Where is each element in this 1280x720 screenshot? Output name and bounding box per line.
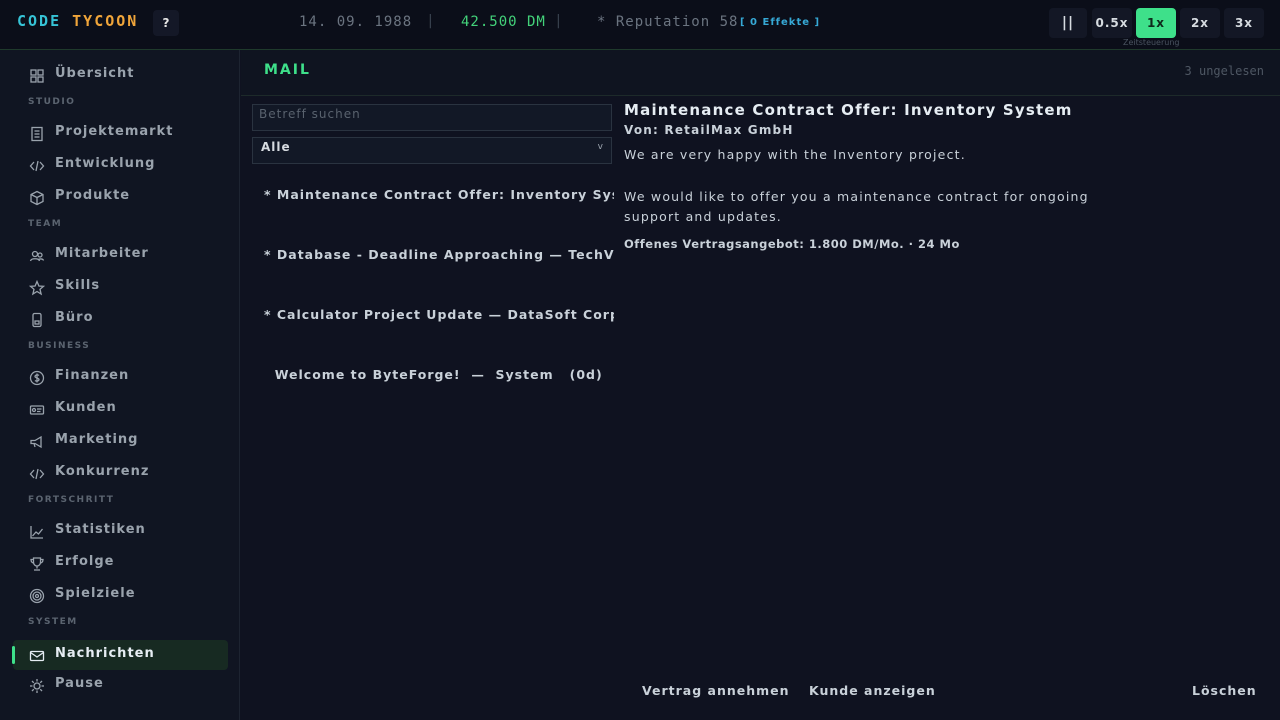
people-icon (29, 250, 45, 262)
sidebar-item-label: Büro (55, 310, 94, 325)
unread-count: 3 ungelesen (1184, 64, 1264, 78)
sidebar-item-label: Spielziele (55, 586, 136, 601)
chevron-down-icon: v (597, 142, 603, 152)
help-button[interactable]: ? (153, 10, 179, 36)
sidebar-item-statistiken[interactable]: Statistiken (13, 516, 228, 546)
sidebar-item-projektemarkt[interactable]: Projektemarkt (13, 118, 228, 148)
sidebar-item-label: Skills (55, 278, 101, 293)
sidebar-item-label: Konkurrenz (55, 464, 150, 479)
id-card-icon (29, 405, 45, 415)
mail-body: We are very happy with the Inventory pro… (624, 145, 1104, 227)
sidebar-item-label: Übersicht (55, 66, 135, 81)
sidebar-item-nachrichten[interactable]: Nachrichten (12, 640, 228, 670)
mail-body-paragraph: We are very happy with the Inventory pro… (624, 147, 966, 162)
sidebar-item-erfolge[interactable]: Erfolge (13, 548, 228, 578)
sidebar-item-pause[interactable]: Pause (13, 670, 228, 700)
reputation-display: * Reputation 58 (597, 14, 739, 30)
top-bar: CODE TYCOON ? 14. 09. 1988 | 42.500 DM |… (0, 0, 1280, 50)
sidebar-item-label: Finanzen (55, 368, 130, 383)
mail-list-item[interactable]: * Maintenance Contract Offer: Inventory … (264, 187, 614, 211)
sidebar-item-konkurrenz[interactable]: Konkurrenz (13, 458, 228, 488)
chart-icon (30, 526, 44, 539)
section-system: SYSTEM (28, 617, 78, 627)
money-display: 42.500 DM (461, 14, 546, 30)
gear-icon (30, 679, 44, 693)
sidebar-item-spielziele[interactable]: Spielziele (13, 580, 228, 610)
sidebar-item-label: Produkte (55, 188, 131, 203)
mail-subject: Maintenance Contract Offer: Inventory Sy… (624, 101, 1073, 119)
sidebar-item-label: Entwicklung (55, 156, 156, 171)
sidebar-item-label: Marketing (55, 432, 139, 447)
speed-1x-button[interactable]: 1x (1136, 8, 1176, 38)
main-header: MAIL 3 ungelesen (241, 50, 1280, 96)
pause-button[interactable]: || (1049, 8, 1087, 38)
sidebar-item-produkte[interactable]: Produkte (13, 182, 228, 212)
separator: | (556, 13, 561, 29)
mail-body-paragraph: We would like to offer you a maintenance… (624, 189, 1089, 224)
trophy-icon (30, 557, 44, 571)
effects-link[interactable]: [ 0 Effekte ] (740, 17, 820, 28)
target-icon (29, 588, 45, 604)
sidebar-item-marketing[interactable]: Marketing (13, 426, 228, 456)
sidebar-item-label: Projektemarkt (55, 124, 174, 139)
sidebar: Übersicht STUDIO Projektemarkt Entwicklu… (0, 50, 240, 720)
section-team: TEAM (28, 219, 63, 229)
accept-contract-button[interactable]: Vertrag annehmen (642, 683, 790, 698)
document-icon (31, 126, 43, 142)
speed-2x-button[interactable]: 2x (1180, 8, 1220, 38)
sidebar-item-label: Statistiken (55, 522, 146, 537)
star-icon (29, 280, 45, 296)
separator: | (428, 13, 433, 29)
coin-icon (29, 370, 45, 386)
page-title: MAIL (264, 62, 311, 78)
sidebar-item-label: Kunden (55, 400, 117, 415)
mail-sender: Von: RetailMax GmbH (624, 123, 794, 137)
speed-3x-button[interactable]: 3x (1224, 8, 1264, 38)
mail-list-item[interactable]: Welcome to ByteForge! — System (0d) (264, 367, 614, 391)
sidebar-item-finanzen[interactable]: Finanzen (13, 362, 228, 392)
sidebar-item-label: Pause (55, 676, 104, 691)
sidebar-item-label: Erfolge (55, 554, 115, 569)
contract-offer: Offenes Vertragsangebot: 1.800 DM/Mo. · … (624, 237, 960, 251)
sidebar-item-label: Mitarbeiter (55, 246, 149, 261)
game-date: 14. 09. 1988 (299, 14, 413, 30)
filter-select[interactable]: Alle v (252, 137, 612, 164)
logo-code: CODE (17, 12, 62, 30)
speed-0-5x-button[interactable]: 0.5x (1092, 8, 1132, 38)
mail-list-item[interactable]: * Calculator Project Update — DataSoft C… (264, 307, 614, 331)
search-input[interactable] (252, 104, 612, 131)
office-icon (32, 312, 42, 328)
dashboard-icon (30, 69, 44, 83)
sidebar-item-buero[interactable]: Büro (13, 304, 228, 334)
filter-value: Alle (261, 140, 291, 154)
speed-caption: Zeitsteuerung (1123, 38, 1180, 47)
sidebar-item-entwicklung[interactable]: Entwicklung (13, 150, 228, 180)
box-icon (30, 190, 44, 206)
app-logo: CODE TYCOON (17, 12, 138, 30)
code-icon (29, 160, 45, 172)
logo-tycoon: TYCOON (72, 12, 139, 30)
sidebar-item-mitarbeiter[interactable]: Mitarbeiter (13, 240, 228, 270)
mail-list-item[interactable]: * Database - Deadline Approaching — Tech… (264, 247, 614, 271)
section-business: BUSINESS (28, 341, 91, 351)
sidebar-item-skills[interactable]: Skills (13, 272, 228, 302)
section-fortschritt: FORTSCHRITT (28, 495, 115, 505)
sidebar-item-kunden[interactable]: Kunden (13, 394, 228, 424)
delete-button[interactable]: Löschen (1192, 683, 1257, 698)
show-client-button[interactable]: Kunde anzeigen (809, 683, 936, 698)
mail-icon (29, 650, 45, 662)
megaphone-icon (30, 435, 42, 449)
section-studio: STUDIO (28, 97, 76, 107)
code-icon (29, 468, 45, 480)
sidebar-item-uebersicht[interactable]: Übersicht (13, 60, 228, 90)
sidebar-item-label: Nachrichten (55, 646, 155, 661)
